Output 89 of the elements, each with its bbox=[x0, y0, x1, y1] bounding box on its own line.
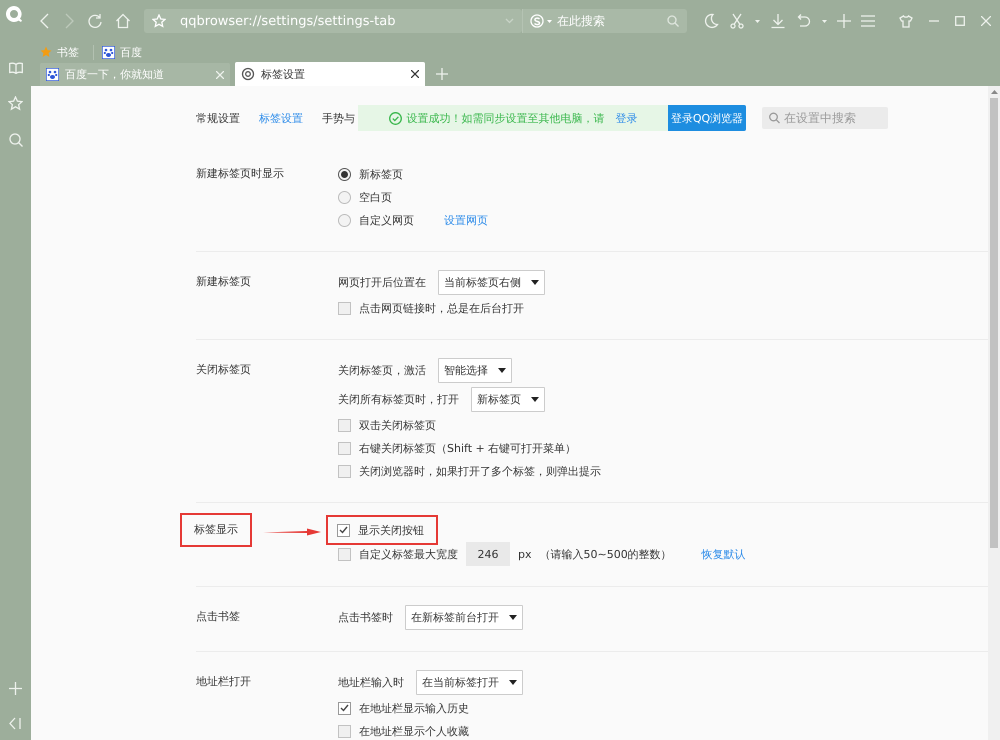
star-icon bbox=[40, 46, 52, 58]
option-label: 关闭所有标签页时，打开 bbox=[338, 392, 459, 406]
caret-icon bbox=[547, 20, 552, 22]
settings-tab[interactable]: 常规设置 bbox=[196, 110, 240, 126]
option-label: 网页打开后位置在 bbox=[338, 274, 426, 290]
dropdown[interactable]: 当前标签页右侧 bbox=[438, 270, 545, 294]
checkmark-icon bbox=[340, 704, 349, 712]
collapse-icon[interactable] bbox=[9, 717, 22, 730]
search-icon bbox=[769, 112, 780, 124]
moon-icon[interactable] bbox=[703, 13, 719, 29]
radio-label: 自定义网页 bbox=[359, 212, 414, 228]
menu-icon[interactable] bbox=[861, 15, 875, 27]
checkbox[interactable] bbox=[338, 702, 351, 714]
shirt-icon[interactable] bbox=[899, 14, 913, 28]
gear-icon bbox=[241, 67, 255, 81]
section-label: 新建标签页 bbox=[196, 274, 251, 290]
checkbox-label: 关闭浏览器时，如果打开了多个标签，则弹出提示 bbox=[359, 464, 601, 478]
width-field[interactable]: 246 bbox=[466, 542, 510, 566]
checkbox[interactable] bbox=[338, 442, 351, 454]
radio-button[interactable] bbox=[338, 190, 351, 204]
close-icon[interactable] bbox=[411, 70, 419, 78]
logo-icon bbox=[5, 5, 23, 23]
caret-icon bbox=[531, 396, 539, 402]
checkbox-label: 右键关闭标签页（Shift + 右键可打开菜单） bbox=[359, 440, 576, 456]
checkbox[interactable] bbox=[338, 724, 351, 738]
book-icon[interactable] bbox=[8, 62, 22, 74]
checkbox[interactable] bbox=[337, 524, 350, 536]
checkbox-label: 点击网页链接时，总是在后台打开 bbox=[359, 300, 524, 316]
unit-label: px bbox=[518, 548, 532, 560]
dropdown[interactable]: 新标签页 bbox=[471, 386, 545, 412]
search-icon bbox=[667, 15, 679, 27]
settings-search-field[interactable]: 在设置中搜索 bbox=[762, 107, 888, 129]
dropdown[interactable]: 在新标签前台打开 bbox=[405, 604, 523, 630]
forward-icon[interactable] bbox=[63, 13, 75, 29]
section-label: 点击书签 bbox=[196, 609, 240, 625]
download-icon[interactable] bbox=[770, 13, 786, 29]
checkbox-label: 在地址栏显示输入历史 bbox=[359, 700, 469, 716]
caret-icon bbox=[498, 368, 506, 372]
checkbox-label: 在地址栏显示个人收藏 bbox=[359, 724, 469, 738]
dropdown[interactable]: 在当前标签打开 bbox=[416, 670, 523, 694]
login-button[interactable]: 登录QQ浏览器 bbox=[668, 105, 746, 131]
option-label: 点击书签时 bbox=[338, 610, 393, 624]
settings-tab[interactable]: 手势与 bbox=[322, 110, 355, 126]
home-icon[interactable] bbox=[115, 13, 131, 29]
browser-tab[interactable]: 标签设置 bbox=[235, 62, 425, 86]
hint-text: （请输入50~500的整数） bbox=[540, 546, 672, 562]
scissors-icon[interactable] bbox=[729, 13, 745, 29]
checkbox[interactable] bbox=[338, 464, 351, 478]
paw-icon bbox=[46, 68, 59, 81]
chevron-down-icon[interactable] bbox=[505, 18, 514, 24]
caret-icon bbox=[531, 280, 539, 284]
checkbox[interactable] bbox=[338, 302, 351, 314]
checkbox[interactable] bbox=[338, 548, 351, 560]
caret-icon bbox=[755, 20, 760, 22]
plus-icon[interactable] bbox=[9, 682, 22, 695]
caret-icon bbox=[822, 20, 827, 22]
scroll-up-icon[interactable] bbox=[990, 90, 998, 94]
option-label: 地址栏输入时 bbox=[338, 674, 404, 690]
star-outline-icon[interactable] bbox=[8, 96, 23, 111]
section-label: 新建标签页时显示 bbox=[196, 166, 284, 182]
plus-icon[interactable] bbox=[436, 68, 448, 80]
search-field[interactable]: 在此搜索 bbox=[522, 9, 687, 33]
radio-button[interactable] bbox=[338, 168, 351, 180]
undo-icon[interactable] bbox=[796, 13, 812, 29]
checkbox-label: 双击关闭标签页 bbox=[359, 418, 436, 432]
checkmark-icon bbox=[339, 526, 348, 534]
checkbox[interactable] bbox=[338, 418, 351, 432]
radio-button[interactable] bbox=[338, 214, 351, 226]
search-icon[interactable] bbox=[8, 133, 22, 147]
maximize-icon[interactable] bbox=[955, 16, 965, 26]
caret-icon bbox=[509, 614, 517, 620]
plus-icon[interactable] bbox=[837, 14, 851, 28]
back-icon[interactable] bbox=[39, 13, 51, 29]
highlighted-section-label: 标签显示 bbox=[182, 515, 250, 545]
paw-icon bbox=[102, 46, 115, 58]
radio-label: 新标签页 bbox=[359, 166, 403, 182]
option-label: 关闭标签页，激活 bbox=[338, 362, 426, 378]
checkbox-label: 自定义标签最大宽度 bbox=[359, 546, 458, 562]
radio-label: 空白页 bbox=[359, 190, 392, 204]
s-logo-icon bbox=[530, 14, 544, 28]
caret-icon bbox=[509, 680, 517, 684]
dropdown[interactable]: 智能选择 bbox=[438, 358, 512, 382]
toast-message: 设置成功！如需同步设置至其他电脑，请 bbox=[406, 110, 604, 126]
check-circle-icon bbox=[388, 112, 402, 124]
section-label: 地址栏打开 bbox=[196, 674, 251, 690]
section-label: 关闭标签页 bbox=[196, 362, 251, 378]
scrollbar[interactable] bbox=[988, 86, 1000, 740]
checkbox-label: 显示关闭按钮 bbox=[358, 522, 424, 538]
refresh-icon[interactable] bbox=[87, 13, 103, 29]
